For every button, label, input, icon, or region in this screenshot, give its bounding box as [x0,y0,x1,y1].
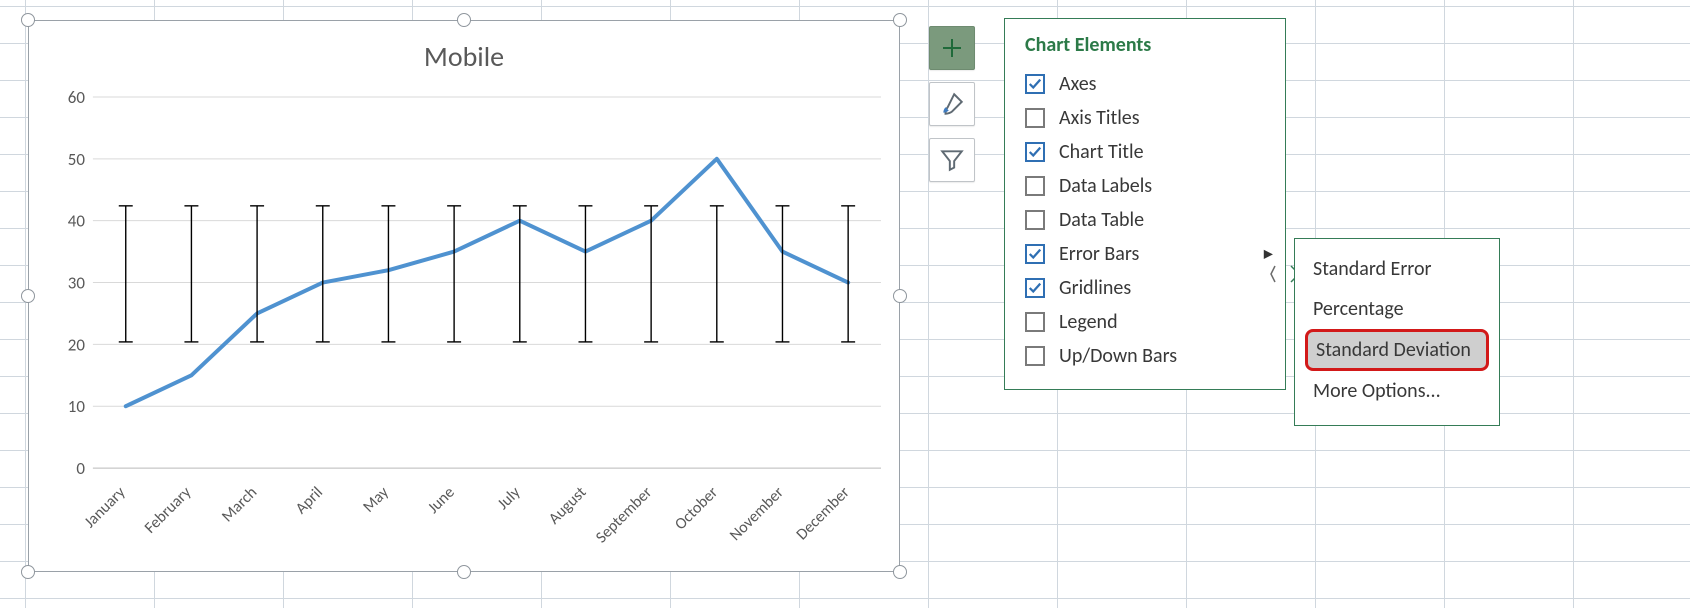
brush-icon [939,91,965,117]
panel-item-data-table[interactable]: Data Table [1005,203,1285,237]
panel-item-label: Chart Title [1059,140,1144,164]
selection-handle[interactable] [893,289,907,303]
panel-item-label: Axes [1059,72,1096,96]
panel-item-gridlines[interactable]: Gridlines [1005,271,1285,305]
panel-item-up-down-bars[interactable]: Up/Down Bars [1005,339,1285,373]
panel-title: Chart Elements [1005,31,1285,67]
svg-text:February: February [141,483,196,538]
chart-filters-button[interactable] [929,138,975,182]
selection-handle[interactable] [21,289,35,303]
selection-handle[interactable] [893,13,907,27]
chart-side-buttons [929,26,975,182]
svg-text:30: 30 [68,273,86,294]
selection-handle[interactable] [457,13,471,27]
checkbox[interactable] [1025,278,1045,298]
checkbox[interactable] [1025,346,1045,366]
svg-text:April: April [292,483,327,518]
chart-elements-panel: Chart Elements Axes Axis Titles Chart Titl… [1004,18,1286,390]
panel-item-label: Data Labels [1059,174,1152,198]
chart-title[interactable]: Mobile [29,39,899,74]
panel-item-data-labels[interactable]: Data Labels [1005,169,1285,203]
submenu-item-more-options-[interactable]: More Options... [1295,371,1499,411]
panel-item-axes[interactable]: Axes [1005,67,1285,101]
panel-item-error-bars[interactable]: Error Bars ▶ [1005,237,1285,271]
checkbox[interactable] [1025,244,1045,264]
svg-text:20: 20 [68,334,86,355]
panel-item-label: Data Table [1059,208,1144,232]
svg-text:June: June [424,483,459,518]
svg-text:50: 50 [68,149,86,170]
svg-text:10: 10 [68,396,86,417]
checkbox[interactable] [1025,108,1045,128]
checkbox[interactable] [1025,142,1045,162]
checkbox[interactable] [1025,176,1045,196]
panel-item-label: Legend [1059,310,1118,334]
x-axis-labels: JanuaryFebruary March April May June July Augu… [57,473,889,571]
chart[interactable]: Mobile 0 10 20 30 40 50 60 JanuaryFebruary Marc… [28,20,900,572]
svg-text:0: 0 [76,458,85,474]
checkbox[interactable] [1025,312,1045,332]
chevron-right-icon: ▶ [1264,247,1273,262]
svg-text:December: December [793,483,854,544]
checkbox[interactable] [1025,74,1045,94]
panel-item-axis-titles[interactable]: Axis Titles [1005,101,1285,135]
chart-styles-button[interactable] [929,82,975,126]
selection-handle[interactable] [21,13,35,27]
panel-item-legend[interactable]: Legend [1005,305,1285,339]
plus-icon [940,36,964,60]
svg-text:October: October [671,483,722,534]
svg-text:July: July [494,483,525,514]
submenu-item-percentage[interactable]: Percentage [1295,289,1499,329]
funnel-icon [939,147,965,173]
selection-handle[interactable] [21,565,35,579]
panel-item-label: Gridlines [1059,276,1131,300]
svg-text:August: August [545,483,591,529]
chart-container[interactable]: Mobile 0 10 20 30 40 50 60 JanuaryFebruary Marc… [28,20,900,572]
panel-item-label: Error Bars [1059,242,1139,266]
svg-text:March: March [218,483,261,526]
svg-text:60: 60 [68,91,86,108]
svg-text:May: May [359,483,393,517]
panel-item-label: Axis Titles [1059,106,1140,130]
checkbox[interactable] [1025,210,1045,230]
svg-text:40: 40 [68,211,86,232]
submenu-item-standard-deviation[interactable]: Standard Deviation [1305,329,1489,371]
svg-text:January: January [81,483,130,532]
svg-text:September: September [592,483,656,547]
panel-item-chart-title[interactable]: Chart Title [1005,135,1285,169]
plot-area[interactable]: 0 10 20 30 40 50 60 [57,91,887,474]
error-bars-submenu: Standard ErrorPercentageStandard Deviati… [1294,238,1500,426]
submenu-item-standard-error[interactable]: Standard Error [1295,249,1499,289]
chart-elements-button[interactable] [929,26,975,70]
selection-handle[interactable] [457,565,471,579]
svg-text:November: November [726,483,788,545]
selection-handle[interactable] [893,565,907,579]
panel-item-label: Up/Down Bars [1059,344,1177,368]
